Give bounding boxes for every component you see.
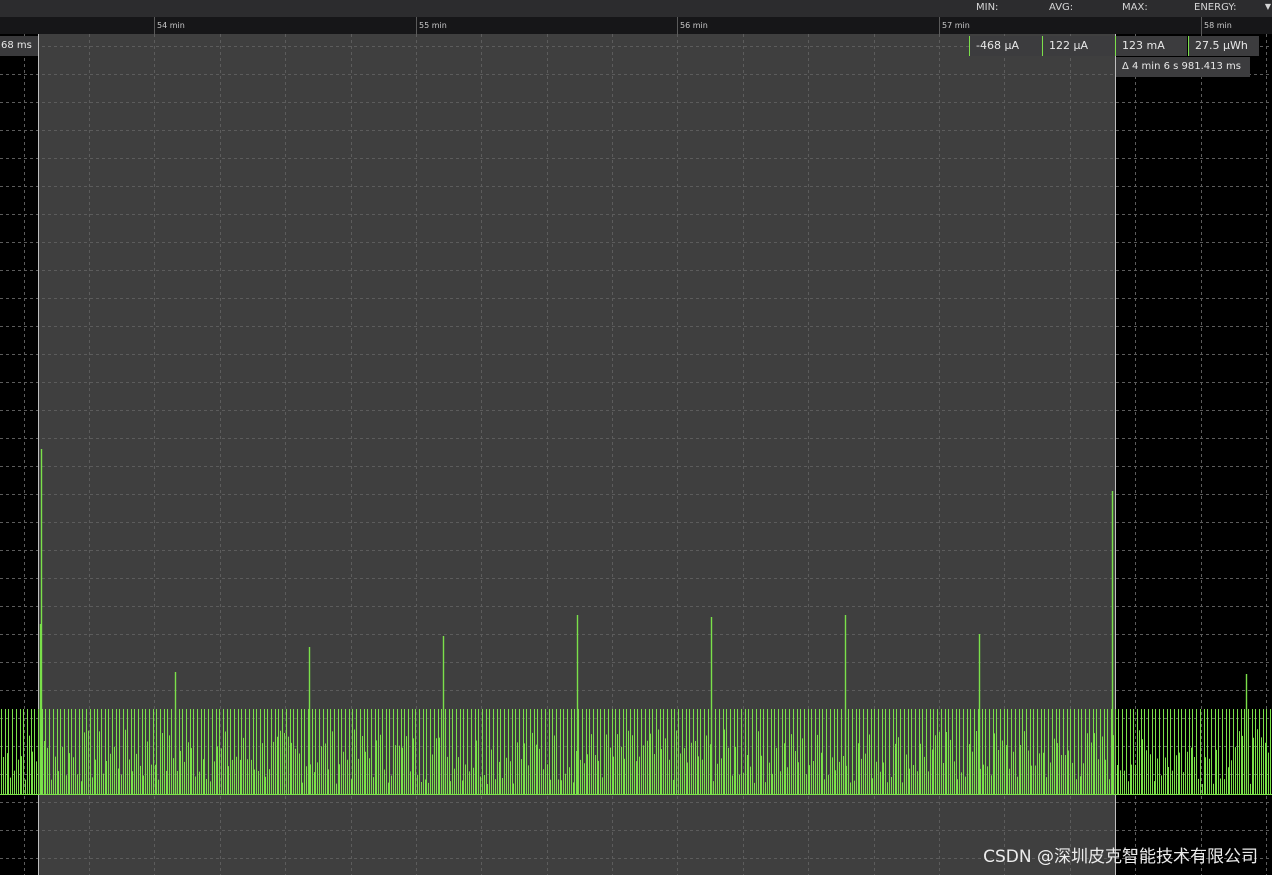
stats-header-bar: MIN: AVG: MAX: ENERGY: ▼ — [0, 0, 1272, 17]
energy-value-marker — [1188, 36, 1189, 56]
avg-value: 122 µA — [1049, 39, 1089, 52]
max-value: 123 mA — [1122, 39, 1165, 52]
ruler-major-tick — [154, 17, 155, 34]
current-trace-svg — [0, 34, 1272, 875]
selection-start-time-label: 68 ms — [0, 36, 38, 56]
ruler-major-tick — [1201, 17, 1202, 34]
ruler-major-tick — [416, 17, 417, 34]
avg-header-label: AVG: — [1049, 2, 1074, 13]
ruler-label-54: 54 min — [157, 21, 185, 30]
ruler-major-tick — [677, 17, 678, 34]
ruler-label-56: 56 min — [680, 21, 708, 30]
selection-duration-label: Δ 4 min 6 s 981.413 ms — [1116, 57, 1250, 77]
ruler-label-58: 58 min — [1204, 21, 1232, 30]
avg-value-box: 122 µA — [1042, 36, 1114, 56]
energy-value-box: 27.5 µWh — [1188, 36, 1259, 56]
time-ruler[interactable]: 54 min 55 min 56 min 57 min 58 min — [0, 17, 1272, 34]
ruler-major-tick — [939, 17, 940, 34]
max-header-label: MAX: — [1122, 2, 1148, 13]
min-value: -468 µA — [976, 39, 1019, 52]
power-profiler-window: MIN: AVG: MAX: ENERGY: ▼ 54 min 55 min 5… — [0, 0, 1272, 875]
avg-value-marker — [1042, 36, 1043, 56]
max-value-marker — [1115, 36, 1116, 56]
energy-header-label: ENERGY: — [1194, 2, 1237, 13]
watermark-text: CSDN @深圳皮克智能技术有限公司 — [983, 847, 1258, 867]
max-value-box: 123 mA — [1115, 36, 1187, 56]
min-value-marker — [969, 36, 970, 56]
chevron-down-icon[interactable]: ▼ — [1265, 2, 1271, 11]
min-header-label: MIN: — [976, 2, 999, 13]
min-value-box: -468 µA — [969, 36, 1041, 56]
current-plot-area[interactable] — [0, 34, 1272, 875]
ruler-label-57: 57 min — [942, 21, 970, 30]
energy-value: 27.5 µWh — [1195, 39, 1248, 52]
ruler-label-55: 55 min — [419, 21, 447, 30]
